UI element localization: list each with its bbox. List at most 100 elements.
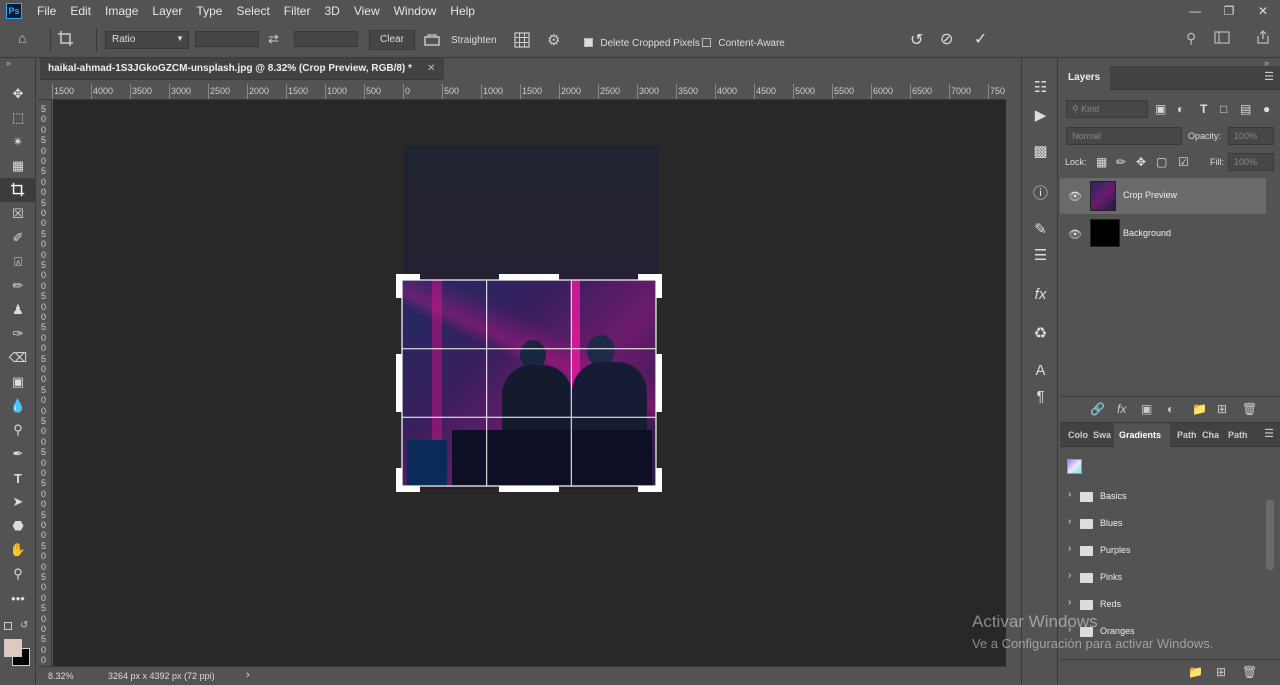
paragraph-icon[interactable]: ¶: [1022, 388, 1059, 405]
new-group-icon[interactable]: 📁: [1188, 665, 1203, 679]
close-window-button[interactable]: ✕: [1246, 0, 1280, 22]
chevron-right-icon[interactable]: ›: [1068, 570, 1071, 581]
brush-settings-icon[interactable]: ✎: [1022, 220, 1059, 238]
opacity-input[interactable]: 100%: [1228, 127, 1274, 145]
gear-icon[interactable]: ⚙: [547, 31, 560, 49]
styles-fx-icon[interactable]: fx: [1022, 286, 1059, 303]
eyedropper-tool-icon[interactable]: ✐: [0, 226, 36, 250]
eraser-tool-icon[interactable]: ⌫: [0, 346, 36, 370]
restore-button[interactable]: ❐: [1212, 0, 1246, 22]
tab-gradients[interactable]: Gradients: [1114, 423, 1170, 447]
menu-layer[interactable]: Layer: [145, 4, 189, 18]
menu-edit[interactable]: Edit: [63, 4, 98, 18]
menu-window[interactable]: Window: [387, 4, 444, 18]
blend-mode-select[interactable]: Normal: [1066, 127, 1182, 145]
straighten-label[interactable]: Straighten: [451, 35, 497, 46]
filter-toggle-icon[interactable]: ●: [1263, 102, 1270, 116]
tab-color[interactable]: Colo: [1063, 423, 1089, 447]
crop-tool-preset-icon[interactable]: [57, 30, 75, 51]
gradient-tool-icon[interactable]: ▣: [0, 370, 36, 394]
new-gradient-icon[interactable]: ⊞: [1216, 665, 1226, 679]
adjustments-icon[interactable]: ☰: [1022, 246, 1059, 264]
reset-icon[interactable]: ↺: [910, 30, 923, 50]
swap-icon[interactable]: ⇄: [268, 31, 279, 47]
path-selection-tool-icon[interactable]: ➤: [0, 490, 36, 514]
share-icon[interactable]: [1255, 29, 1271, 48]
pixel-filter-icon[interactable]: ▣: [1155, 102, 1166, 116]
dodge-tool-icon[interactable]: ⚲: [0, 418, 36, 442]
link-layers-icon[interactable]: 🔗: [1090, 402, 1105, 416]
tab-channels[interactable]: Cha: [1197, 423, 1223, 447]
layer-style-fx-icon[interactable]: fx: [1117, 402, 1126, 416]
gradient-folder-basics[interactable]: › Basics: [1060, 483, 1266, 510]
recent-gradient-swatch[interactable]: [1067, 459, 1082, 474]
chevron-right-icon[interactable]: ›: [1068, 597, 1071, 608]
crop-tool-icon[interactable]: [0, 178, 36, 202]
panel-menu-icon[interactable]: ☰: [1264, 70, 1274, 83]
history-brush-tool-icon[interactable]: ✑: [0, 322, 36, 346]
lock-artboard-icon[interactable]: ▢: [1156, 155, 1167, 169]
move-tool-icon[interactable]: ✥: [0, 82, 36, 106]
actions-play-icon[interactable]: ▶: [1022, 106, 1059, 124]
type-filter-icon[interactable]: T: [1200, 102, 1207, 116]
history-icon[interactable]: ☷: [1022, 78, 1059, 96]
commit-check-icon[interactable]: ✓: [974, 29, 987, 49]
home-icon[interactable]: ⌂: [18, 30, 26, 46]
close-tab-icon[interactable]: ✕: [427, 63, 435, 74]
3d-icon[interactable]: ▩: [1022, 142, 1059, 160]
chevron-right-icon[interactable]: ›: [1068, 516, 1071, 527]
gradient-folder-pinks[interactable]: › Pinks: [1060, 564, 1266, 591]
character-icon[interactable]: A: [1022, 362, 1059, 379]
type-tool-icon[interactable]: T: [0, 466, 36, 490]
ratio-height-input[interactable]: [294, 31, 358, 47]
tab-paths[interactable]: Path: [1223, 423, 1247, 447]
shape-filter-icon[interactable]: □: [1220, 102, 1227, 116]
info-icon[interactable]: ⓘ: [1022, 182, 1059, 203]
cancel-icon[interactable]: ⊘: [940, 29, 953, 49]
delete-layer-icon[interactable]: 🗑: [1242, 402, 1257, 416]
tab-patterns[interactable]: Path: [1172, 423, 1196, 447]
object-selection-tool-icon[interactable]: ▦: [0, 154, 36, 178]
brush-tool-icon[interactable]: ✏: [0, 274, 36, 298]
lock-position-icon[interactable]: ✥: [1136, 155, 1146, 169]
zoom-tool-icon[interactable]: ⚲: [0, 562, 36, 586]
menu-3d[interactable]: 3D: [317, 4, 346, 18]
menu-help[interactable]: Help: [443, 4, 482, 18]
new-layer-icon[interactable]: ⊞: [1217, 402, 1227, 416]
layer-name[interactable]: Background: [1123, 228, 1171, 238]
shape-tool-icon[interactable]: ⬣: [0, 514, 36, 538]
menu-type[interactable]: Type: [189, 4, 229, 18]
layer-name[interactable]: Crop Preview: [1123, 190, 1177, 200]
delete-gradient-icon[interactable]: 🗑: [1242, 665, 1257, 679]
chevron-right-icon[interactable]: ›: [1068, 543, 1071, 554]
menu-filter[interactable]: Filter: [277, 4, 318, 18]
lock-image-icon[interactable]: ✏: [1116, 155, 1126, 169]
lock-all-icon[interactable]: ☑: [1178, 155, 1189, 169]
scrollbar[interactable]: [1266, 500, 1274, 570]
content-aware-checkbox[interactable]: Content-Aware: [702, 35, 785, 49]
spot-healing-tool-icon[interactable]: ⍓: [0, 250, 36, 274]
zoom-level[interactable]: 8.32%: [48, 671, 74, 681]
layer-row-crop-preview[interactable]: 👁 Crop Preview: [1060, 178, 1266, 214]
kind-filter-select[interactable]: ⚲ Kind: [1066, 100, 1148, 118]
edit-toolbar-icon[interactable]: •••: [0, 586, 36, 610]
menu-file[interactable]: File: [30, 4, 63, 18]
eye-icon[interactable]: 👁: [1068, 228, 1082, 241]
swap-colors-icon[interactable]: ↺: [20, 620, 28, 631]
marquee-tool-icon[interactable]: ⬚: [0, 106, 36, 130]
document-tab[interactable]: haikal-ahmad-1S3JGkoGZCM-unsplash.jpg @ …: [40, 58, 444, 80]
clone-stamp-tool-icon[interactable]: ♟: [0, 298, 36, 322]
new-group-icon[interactable]: 📁: [1192, 402, 1207, 416]
gradient-folder-blues[interactable]: › Blues: [1060, 510, 1266, 537]
eye-icon[interactable]: 👁: [1068, 190, 1082, 203]
workspace-icon[interactable]: [1214, 31, 1230, 47]
chevron-right-icon[interactable]: ›: [1068, 489, 1071, 500]
menu-view[interactable]: View: [347, 4, 387, 18]
pen-tool-icon[interactable]: ✒: [0, 442, 36, 466]
minimize-button[interactable]: —: [1178, 0, 1212, 22]
smart-object-filter-icon[interactable]: ▤: [1240, 102, 1251, 116]
panel-menu-icon[interactable]: ☰: [1264, 427, 1274, 440]
tab-layers[interactable]: Layers: [1060, 66, 1110, 90]
foreground-color-swatch[interactable]: [4, 639, 22, 657]
adjustment-filter-icon[interactable]: ◐: [1177, 102, 1184, 116]
